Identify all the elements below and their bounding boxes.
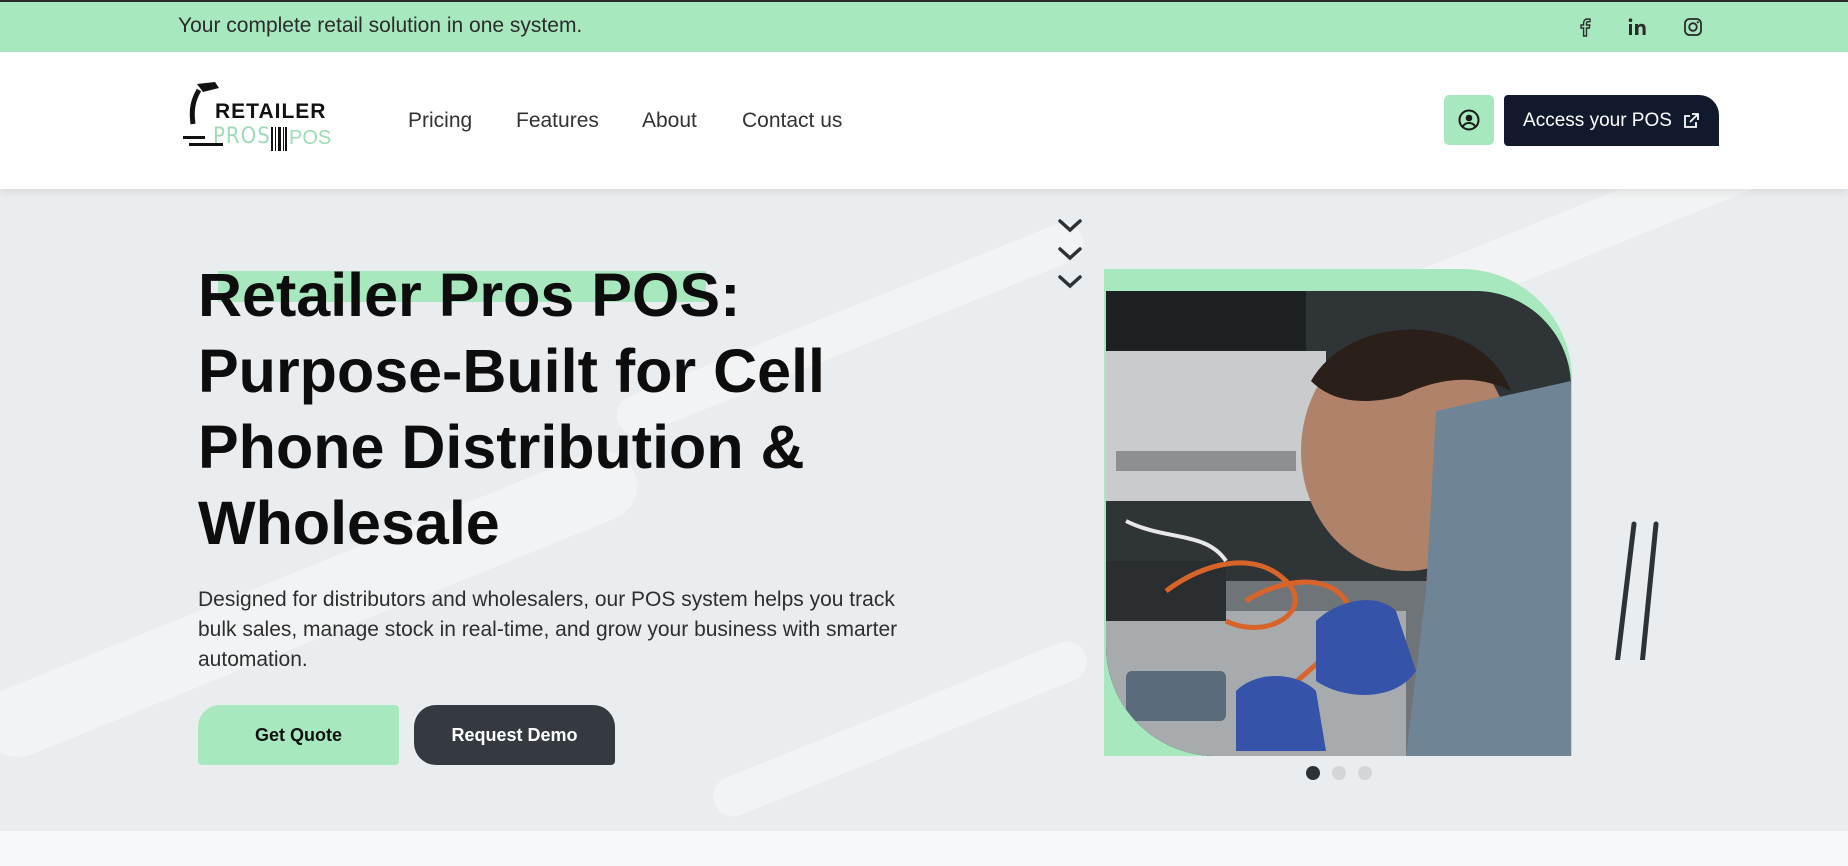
logo-text-retailer: RETAILER — [215, 100, 327, 123]
hero-title-line: Retailer Pros POS: — [198, 261, 741, 329]
access-your-pos-label: Access your POS — [1523, 109, 1672, 131]
nav-features[interactable]: Features — [516, 109, 599, 133]
next-section-top — [0, 831, 1848, 866]
get-quote-button[interactable]: Get Quote — [198, 705, 399, 765]
request-demo-button[interactable]: Request Demo — [414, 705, 615, 765]
nav-pricing[interactable]: Pricing — [408, 109, 472, 133]
site-header: RETAILER PROS POS Pricing Features About… — [0, 52, 1848, 189]
facebook-icon[interactable] — [1572, 14, 1598, 40]
decorative-slash-lines — [1615, 521, 1659, 660]
external-link-icon — [1684, 112, 1699, 128]
nav-contact-us[interactable]: Contact us — [742, 109, 842, 133]
instagram-icon[interactable] — [1680, 14, 1706, 40]
carousel-dots — [1306, 766, 1372, 780]
retailer-pros-logo[interactable]: RETAILER PROS POS — [183, 80, 333, 156]
logo-text-pros: PROS — [213, 124, 271, 149]
chevron-down-icon — [1058, 219, 1082, 289]
nav-about[interactable]: About — [642, 109, 697, 133]
hero-title-line: Purpose-Built for Cell — [198, 337, 825, 405]
user-circle-icon — [1458, 109, 1480, 131]
logo-text-pos: POS — [289, 127, 332, 149]
hero-title-line: Phone Distribution & — [198, 413, 805, 481]
tagline: Your complete retail solution in one sys… — [178, 14, 583, 37]
linkedin-icon[interactable] — [1625, 14, 1651, 40]
top-announcement-bar: Your complete retail solution in one sys… — [0, 0, 1848, 52]
carousel-dot-1[interactable] — [1306, 766, 1320, 780]
carousel-dot-3[interactable] — [1358, 766, 1372, 780]
hero-title-line: Wholesale — [198, 489, 500, 557]
hero-title: Retailer Pros POS: Purpose-Built for Cel… — [198, 257, 918, 561]
user-account-button[interactable] — [1444, 95, 1494, 145]
hero-description: Designed for distributors and wholesaler… — [198, 588, 898, 671]
carousel-dot-2[interactable] — [1332, 766, 1346, 780]
hero-photo — [1106, 291, 1571, 756]
hero-section: Retailer Pros POS: Purpose-Built for Cel… — [0, 189, 1848, 831]
access-your-pos-button[interactable]: Access your POS — [1504, 95, 1719, 146]
